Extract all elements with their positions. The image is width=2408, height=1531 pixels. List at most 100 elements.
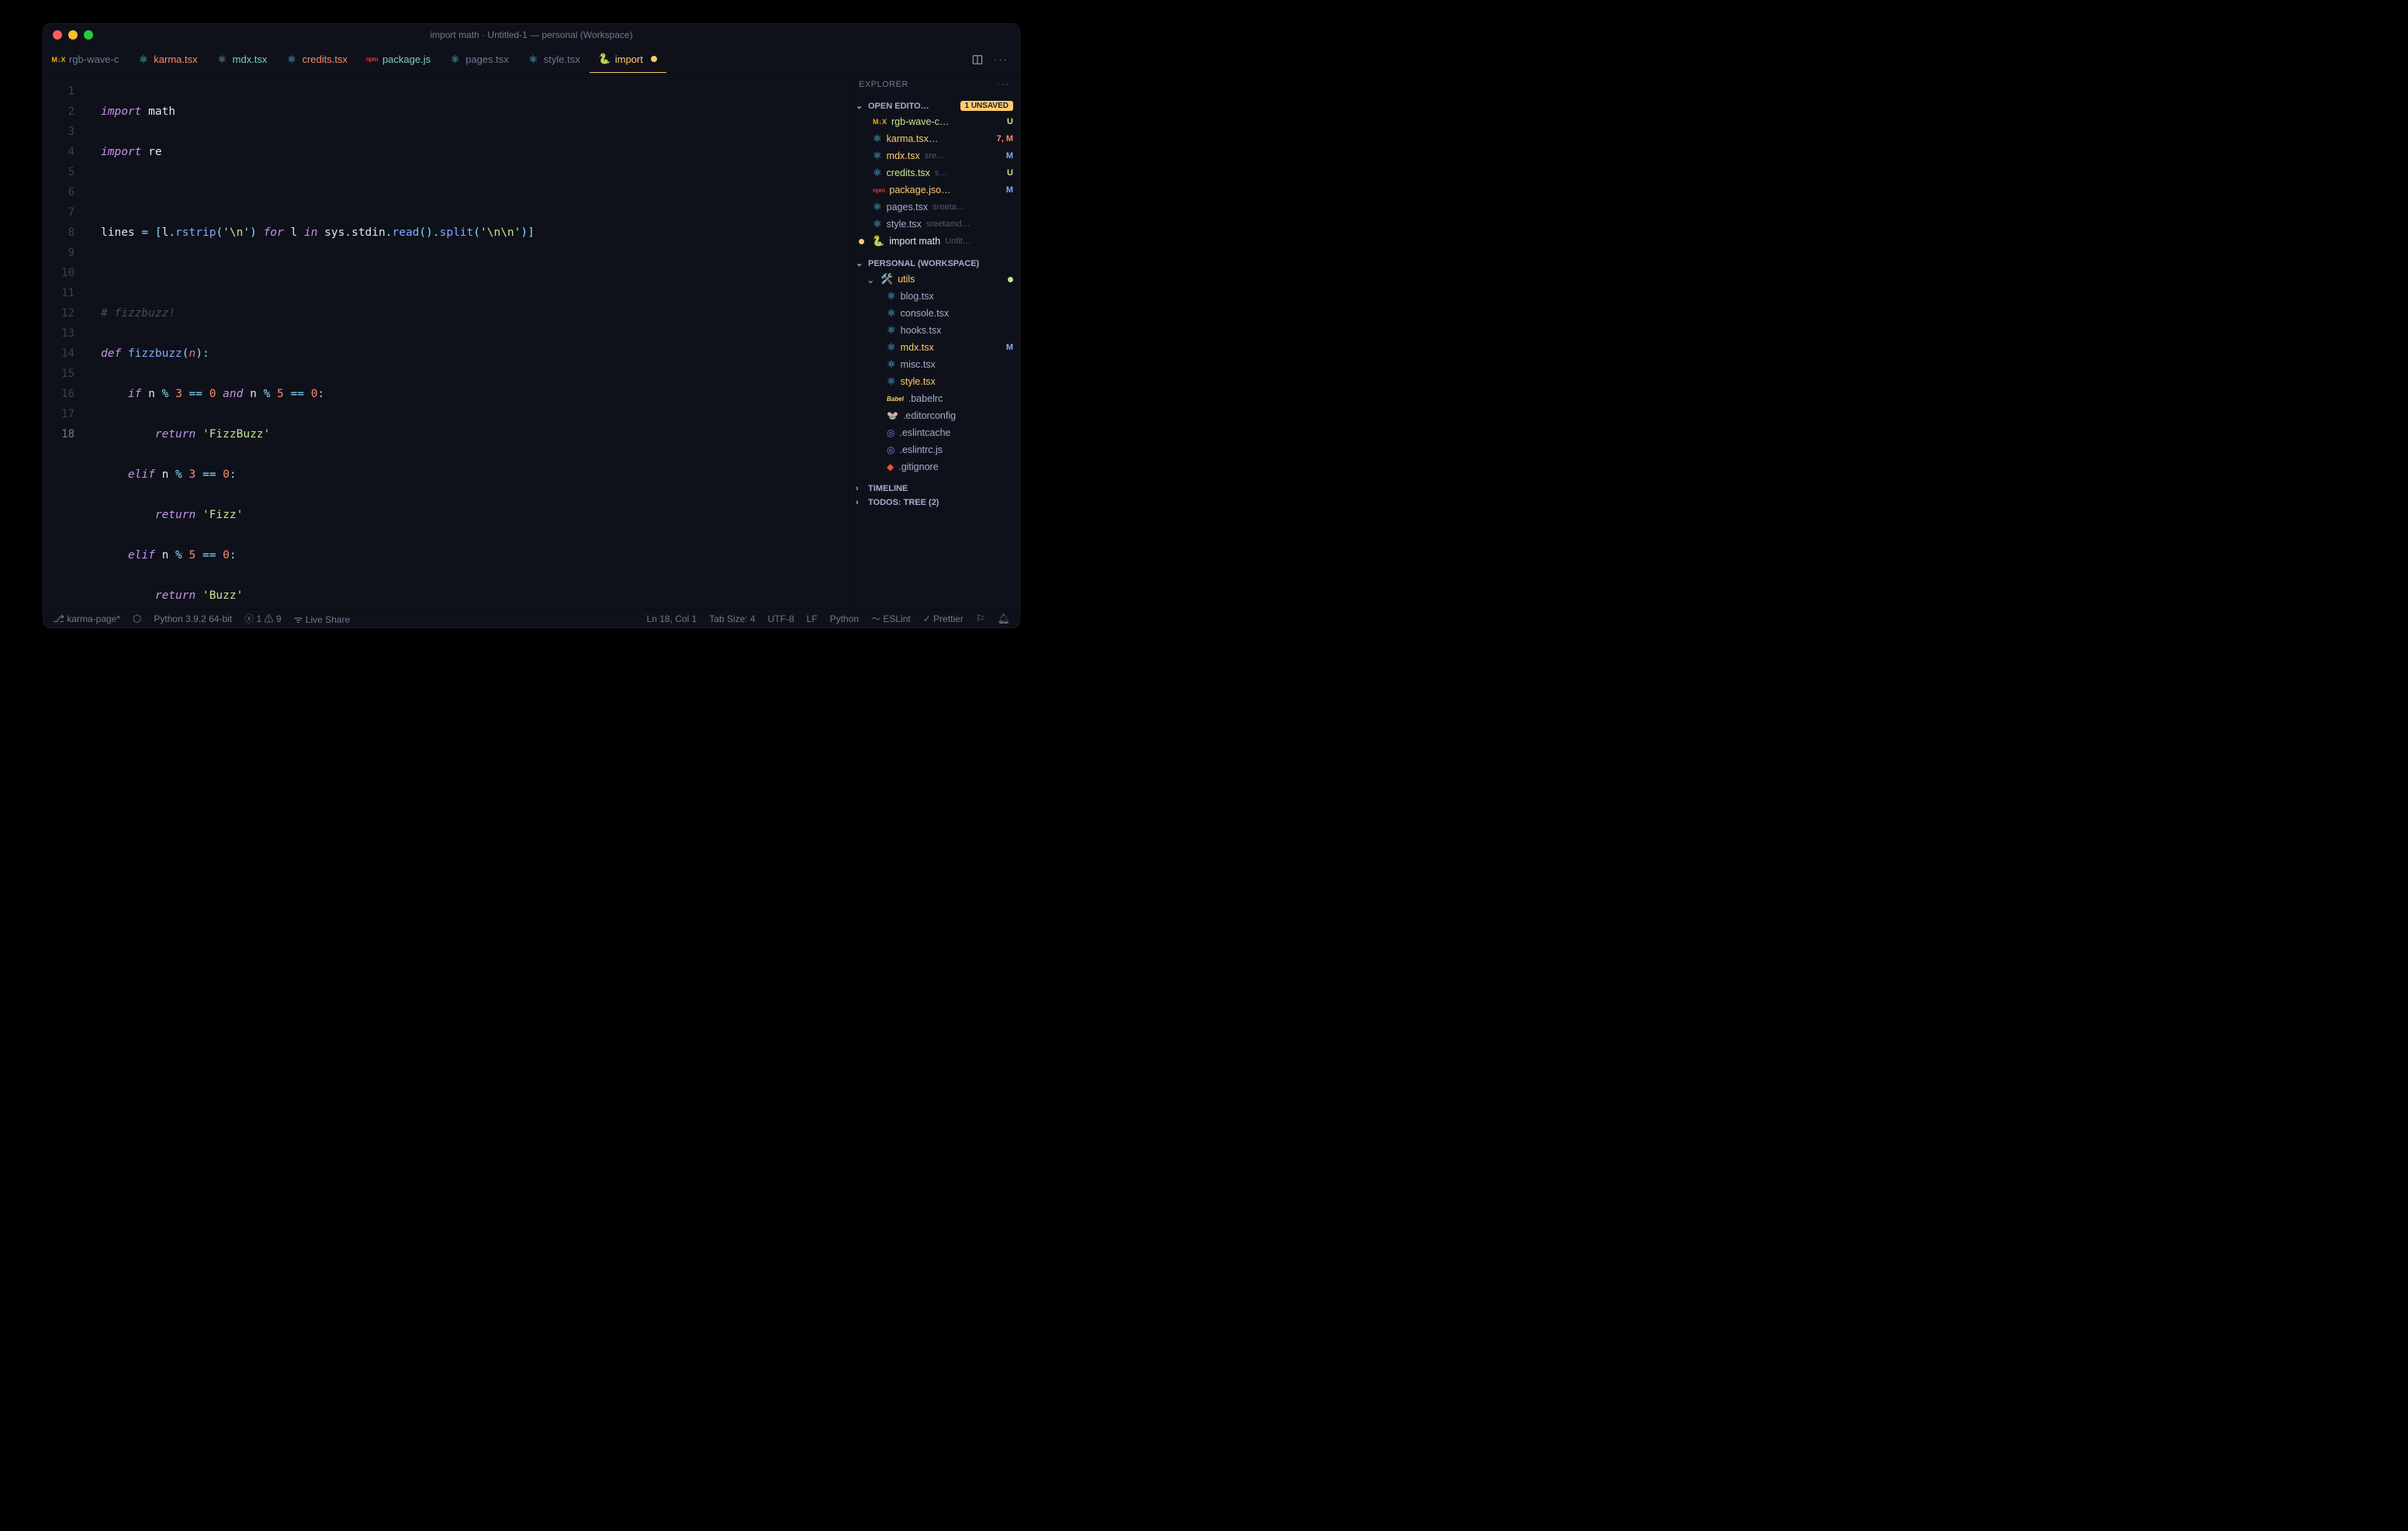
- prettier-status[interactable]: ✓ Prettier: [923, 613, 964, 624]
- npm-icon: npm: [873, 187, 884, 194]
- react-icon: ⚛: [887, 290, 896, 302]
- open-editor-item[interactable]: M↓Xrgb-wave-c…U: [849, 113, 1019, 130]
- react-icon: ⚛: [873, 133, 882, 145]
- file-item[interactable]: ⚛style.tsx: [849, 373, 1019, 390]
- file-item[interactable]: ⚛ console.tsx: [849, 305, 1019, 322]
- eslint-icon: ～: [871, 613, 881, 624]
- file-item[interactable]: Babel .babelrc: [849, 390, 1019, 407]
- open-editor-item[interactable]: ⚛pages.tsxsreeta…: [849, 199, 1019, 216]
- folder-icon: 🛠️: [881, 273, 893, 285]
- react-icon: ⚛: [887, 324, 896, 337]
- npm-icon: npm: [366, 54, 378, 65]
- react-icon: ⚛: [887, 307, 896, 320]
- eslint-icon: ◎: [887, 444, 894, 455]
- mdx-icon: M↓X: [873, 118, 887, 126]
- open-editor-item[interactable]: ⚛ style.tsx sreetamd…: [849, 216, 1019, 233]
- tab-actions: ···: [961, 46, 1019, 73]
- tab-credits[interactable]: ⚛credits.tsx: [276, 46, 357, 73]
- file-name: console.tsx: [901, 308, 950, 319]
- tab-rgb-wave[interactable]: M↓Xrgb-wave-c: [43, 46, 128, 73]
- unsaved-dot-icon: [859, 239, 864, 244]
- line-gutter: 123456789101112131415161718: [43, 74, 88, 609]
- titlebar: import math · Untitled-1 — personal (Wor…: [43, 24, 1019, 46]
- modified-indicator-icon: [1008, 277, 1013, 282]
- more-actions-icon[interactable]: ···: [994, 54, 1009, 65]
- file-item[interactable]: ⚛ misc.tsx: [849, 356, 1019, 373]
- feedback-icon[interactable]: ⚐: [976, 613, 985, 625]
- git-icon: ◆: [887, 461, 894, 472]
- react-icon: ⚛: [873, 167, 882, 179]
- file-item[interactable]: ◆ .gitignore: [849, 458, 1019, 475]
- folder-utils[interactable]: ⌄ 🛠️ utils: [849, 271, 1019, 288]
- file-name: .babelrc: [908, 393, 943, 404]
- file-item[interactable]: ⚛ hooks.tsx: [849, 322, 1019, 339]
- file-name: hooks.tsx: [901, 325, 942, 336]
- tab-karma[interactable]: ⚛karma.tsx: [128, 46, 206, 73]
- git-status: U: [1007, 168, 1013, 178]
- explorer-sidebar: EXPLORER ··· ⌄ OPEN EDITO… 1 UNSAVED M↓X…: [849, 74, 1019, 609]
- file-path: sre…: [925, 151, 1002, 161]
- open-editor-item[interactable]: npm package.jso… M: [849, 181, 1019, 199]
- git-status: M: [1006, 185, 1013, 195]
- file-name: .eslintcache: [899, 427, 950, 438]
- open-editors-section: ⌄ OPEN EDITO… 1 UNSAVED M↓Xrgb-wave-c…U ⚛…: [849, 95, 1019, 253]
- file-item[interactable]: ⚛mdx.tsxM: [849, 339, 1019, 356]
- code-editor[interactable]: 123456789101112131415161718 import math …: [43, 74, 849, 609]
- git-status: U: [1007, 117, 1013, 126]
- file-name: mdx.tsx: [901, 342, 934, 353]
- vscode-window: import math · Untitled-1 — personal (Wor…: [43, 23, 1020, 628]
- file-name: import math: [889, 236, 940, 247]
- file-name: .gitignore: [898, 461, 938, 472]
- react-icon: ⚛: [887, 358, 896, 371]
- bell-icon[interactable]: 🔔︎: [997, 613, 1010, 625]
- editorconfig-icon: 🐭: [887, 410, 898, 421]
- babel-icon: Babel: [887, 396, 904, 403]
- file-path: sreetamd…: [926, 219, 1013, 229]
- editor-body: 123456789101112131415161718 import math …: [43, 74, 1019, 609]
- open-editor-item[interactable]: ⚛credits.tsxs…U: [849, 164, 1019, 181]
- chevron-down-icon: ⌄: [856, 101, 865, 111]
- file-name: package.jso…: [889, 185, 950, 195]
- tab-import-active[interactable]: 🐍import: [590, 46, 666, 73]
- split-editor-icon[interactable]: [972, 54, 983, 65]
- chevron-right-icon: ›: [856, 498, 865, 507]
- tab-mdx[interactable]: ⚛mdx.tsx: [207, 46, 277, 73]
- tab-pages[interactable]: ⚛pages.tsx: [440, 46, 518, 73]
- timeline-toggle[interactable]: › TIMELINE: [849, 482, 1019, 496]
- file-item[interactable]: ◎.eslintcache: [849, 424, 1019, 441]
- code-content[interactable]: import math import re lines = [l.rstrip(…: [88, 74, 849, 609]
- python-icon: 🐍: [599, 54, 611, 65]
- eslint-status[interactable]: ～ ESLint: [871, 612, 911, 625]
- file-name: .eslintrc.js: [899, 444, 943, 455]
- window-title: import math · Untitled-1 — personal (Wor…: [43, 29, 1019, 40]
- unsaved-badge: 1 UNSAVED: [960, 101, 1014, 111]
- check-icon: ✓: [923, 613, 931, 624]
- python-icon: 🐍: [872, 235, 884, 247]
- todos-toggle[interactable]: › TODOS: TREE (2): [849, 496, 1019, 510]
- workspace-toggle[interactable]: ⌄ PERSONAL (WORKSPACE): [849, 256, 1019, 271]
- react-icon: ⚛: [873, 201, 882, 213]
- file-name: misc.tsx: [901, 359, 936, 370]
- open-editors-toggle[interactable]: ⌄ OPEN EDITO… 1 UNSAVED: [849, 98, 1019, 113]
- react-icon: ⚛: [449, 54, 461, 65]
- open-editor-item[interactable]: ⚛mdx.tsxsre…M: [849, 147, 1019, 164]
- file-item[interactable]: ⚛ blog.tsx: [849, 288, 1019, 305]
- file-path: s…: [935, 168, 1002, 178]
- react-icon: ⚛: [887, 375, 896, 388]
- tab-style[interactable]: ⚛style.tsx: [518, 46, 590, 73]
- file-item[interactable]: ◎ .eslintrc.js: [849, 441, 1019, 458]
- open-editor-item[interactable]: 🐍import mathUntit…: [849, 233, 1019, 250]
- file-name: blog.tsx: [901, 291, 934, 302]
- tab-package[interactable]: npmpackage.js: [357, 46, 440, 73]
- more-actions-icon[interactable]: ···: [997, 80, 1010, 89]
- git-status: M: [1006, 151, 1013, 161]
- file-path: sreeta…: [932, 202, 1013, 212]
- file-item[interactable]: 🐭.editorconfig: [849, 407, 1019, 424]
- react-icon: ⚛: [873, 218, 882, 230]
- react-icon: ⚛: [873, 150, 882, 162]
- file-name: style.tsx: [887, 219, 922, 230]
- react-icon: ⚛: [887, 341, 896, 354]
- file-name: karma.tsx…: [887, 133, 939, 144]
- editor-tabs: M↓Xrgb-wave-c ⚛karma.tsx ⚛mdx.tsx ⚛credi…: [43, 46, 1019, 74]
- open-editor-item[interactable]: ⚛karma.tsx…7, M: [849, 130, 1019, 147]
